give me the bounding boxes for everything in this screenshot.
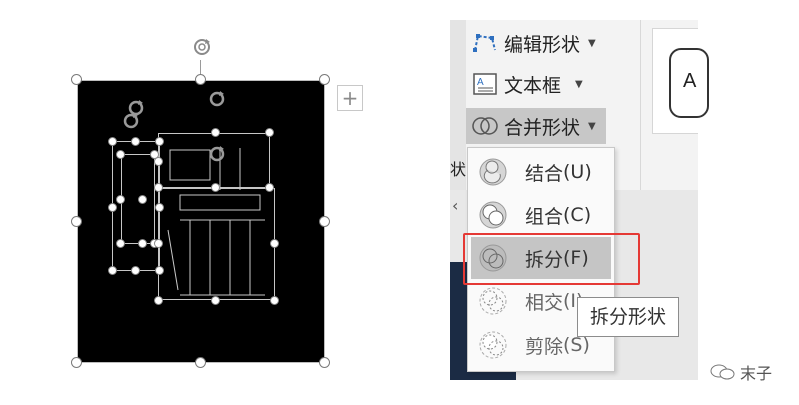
menu-item-label: 组合 (525, 205, 564, 228)
subshape-handle[interactable] (155, 203, 164, 212)
ribbon-separator (640, 20, 641, 190)
textbox-label: 文本框 (504, 74, 562, 97)
resize-handle-ne[interactable] (319, 74, 330, 85)
subshape-handle[interactable] (131, 137, 140, 146)
wechat-icon (710, 363, 736, 381)
subshape-handle[interactable] (270, 239, 279, 248)
menu-item-shortcut: (C) (563, 204, 592, 226)
subshape-handle[interactable] (108, 266, 117, 275)
subshape-rotate-icon[interactable] (206, 88, 228, 110)
resize-handle-w[interactable] (71, 216, 82, 227)
subshape-handle[interactable] (211, 296, 220, 305)
subshape-rotate-icon[interactable] (120, 110, 142, 132)
resize-handle-nw[interactable] (71, 74, 82, 85)
highlight-annotation-box (463, 233, 640, 285)
subshape-handle[interactable] (116, 150, 125, 159)
textbox-button[interactable]: A 文本框 ▼ (470, 69, 583, 99)
resize-handle-sw[interactable] (71, 357, 82, 368)
subshape-handle[interactable] (154, 183, 163, 192)
menu-item-label: 剪除 (525, 335, 564, 358)
subshape-handle[interactable] (116, 239, 125, 248)
textbox-icon: A (470, 71, 500, 97)
edit-shape-button[interactable]: 编辑形状 ▼ (470, 28, 596, 58)
selection-frame (77, 80, 325, 363)
subshape-handle[interactable] (108, 203, 117, 212)
watermark-text: 末子 (740, 364, 773, 383)
intersect-icon (475, 283, 511, 319)
merge-shapes-icon (470, 113, 500, 139)
partial-label: 状 (450, 160, 467, 179)
slide-canvas[interactable]: + (0, 0, 440, 405)
edit-shape-label: 编辑形状 (504, 33, 581, 56)
svg-text:A: A (477, 77, 484, 88)
menu-item-label: 相交 (525, 291, 564, 314)
edit-shape-icon (470, 30, 500, 56)
subshape-handle[interactable] (154, 239, 163, 248)
chevron-left-icon[interactable]: ‹ (452, 196, 458, 215)
subshape-handle[interactable] (265, 128, 274, 137)
resize-handle-n[interactable] (195, 74, 206, 85)
subshape-handle[interactable] (138, 195, 147, 204)
shape-style-preview[interactable]: A (669, 48, 709, 118)
subshape-handle[interactable] (138, 239, 147, 248)
subshape-handle[interactable] (211, 183, 220, 192)
watermark: 末子 (710, 360, 772, 384)
subshape-handle[interactable] (211, 128, 220, 137)
menu-item-label: 结合 (525, 162, 564, 185)
union-icon (475, 154, 511, 190)
menu-item-combine[interactable]: 组合 (C) (471, 194, 611, 236)
resize-handle-s[interactable] (195, 357, 206, 368)
menu-item-union[interactable]: 结合 (U) (471, 151, 611, 193)
subshape-handle[interactable] (265, 183, 274, 192)
resize-handle-se[interactable] (319, 357, 330, 368)
subshape-handle[interactable] (108, 137, 117, 146)
fragment-tooltip: 拆分形状 (577, 297, 679, 337)
subshape-handle[interactable] (155, 137, 164, 146)
chevron-down-icon: ▼ (588, 37, 596, 49)
layout-options-button[interactable]: + (337, 85, 363, 111)
combine-icon (475, 197, 511, 233)
menu-item-shortcut: (U) (563, 161, 592, 183)
subshape-handle[interactable] (154, 157, 163, 166)
subshape-handle[interactable] (116, 195, 125, 204)
menu-item-shortcut: (S) (563, 334, 590, 356)
merge-shapes-label: 合并形状 (504, 116, 581, 139)
subshape-rotate-icon[interactable] (206, 143, 228, 165)
subshape-handle[interactable] (131, 266, 140, 275)
chevron-down-icon: ▼ (575, 78, 583, 90)
resize-handle-e[interactable] (319, 216, 330, 227)
rotate-handle-icon[interactable] (191, 36, 213, 58)
chevron-down-icon: ▼ (588, 120, 596, 132)
subtract-icon (475, 327, 511, 363)
subshape-handle[interactable] (154, 296, 163, 305)
subshape-handle[interactable] (155, 266, 164, 275)
merge-shapes-button[interactable]: 合并形状 ▼ (466, 108, 606, 144)
subshape-handle[interactable] (270, 296, 279, 305)
